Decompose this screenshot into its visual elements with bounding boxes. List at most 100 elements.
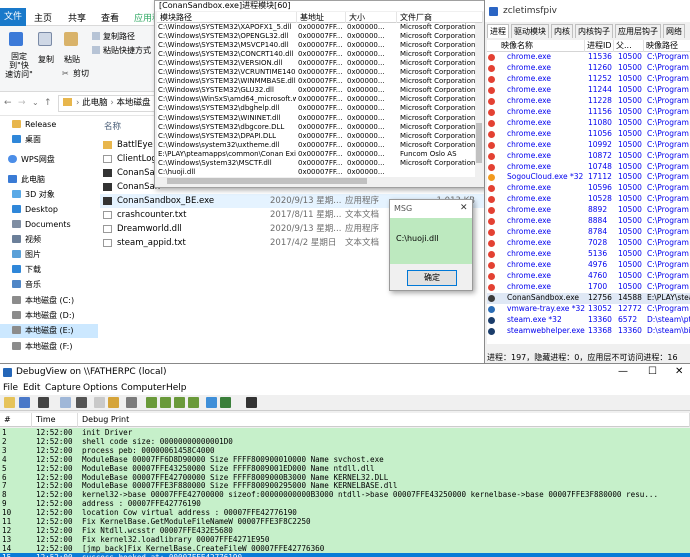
column-header-image-name[interactable]: 映像名称 [487, 40, 585, 52]
tab-kernel-hooks[interactable]: 内核钩子 [575, 24, 613, 38]
process-row[interactable]: chrome.exe 11244 10500 C:\Program File [487, 85, 690, 96]
pass-through-icon[interactable] [174, 397, 185, 408]
process-row[interactable]: chrome.exe 11080 10500 C:\Program File [487, 118, 690, 129]
column-header-vendor[interactable]: 文件厂商 [397, 12, 483, 23]
menu-options[interactable]: Options [83, 382, 118, 394]
menu-file[interactable]: File [3, 382, 18, 394]
tab-network[interactable]: 网络 [663, 24, 685, 38]
tab-file[interactable]: 文件 [0, 8, 26, 26]
close-icon[interactable]: ✕ [460, 203, 468, 213]
process-row[interactable]: chrome.exe 5136 10500 C:\Program File [487, 249, 690, 260]
maximize-icon[interactable]: ☐ [648, 366, 657, 377]
cut-button[interactable]: ✂ 剪切 [62, 68, 89, 79]
nav-item-3d-objects[interactable]: 3D 对象 [0, 188, 98, 202]
nav-item-desktop-cn[interactable]: 桌面 [0, 133, 98, 147]
tab-share[interactable]: 共享 [68, 11, 86, 24]
column-header-parent-pid[interactable]: 父... [614, 40, 644, 52]
column-header-size[interactable]: 大小 [346, 12, 397, 23]
process-row[interactable]: chrome.exe 7028 10500 C:\Program File [487, 238, 690, 249]
nav-item-desktop[interactable]: Desktop [0, 203, 98, 217]
paste-shortcut-button[interactable]: 粘贴快捷方式 [92, 45, 151, 56]
autoscroll-icon[interactable] [76, 397, 87, 408]
process-row[interactable]: SogouCloud.exe *32 17112 10500 C:\Program F… [487, 172, 690, 183]
nav-item-downloads[interactable]: 下载 [0, 263, 98, 277]
find-icon[interactable] [60, 397, 71, 408]
process-row[interactable]: chrome.exe 11156 10500 C:\Program File [487, 107, 690, 118]
menu-help[interactable]: Help [166, 382, 187, 394]
open-icon[interactable] [4, 397, 15, 408]
column-header-base-address[interactable]: 基地址 [297, 12, 346, 23]
process-row[interactable]: chrome.exe 11536 10500 C:\Program File [487, 52, 690, 63]
tab-kernel[interactable]: 内核 [551, 24, 573, 38]
capture-kernel-icon[interactable] [160, 397, 171, 408]
process-row[interactable]: chrome.exe 10528 10500 C:\Program File [487, 194, 690, 205]
column-header-module-path[interactable]: 模块路径 [157, 12, 297, 23]
process-row[interactable]: vmware-tray.exe *32 13052 12772 C:\Program … [487, 304, 690, 315]
menu-edit[interactable]: Edit [23, 382, 40, 394]
module-row[interactable]: C:\Windows\SYSTEM32\dbghelp.dll 0x00007FF… [157, 104, 475, 114]
process-row[interactable]: chrome.exe 10872 10500 C:\Program File [487, 151, 690, 162]
history-icon[interactable] [220, 397, 231, 408]
column-header-image-path[interactable]: 映像路径 [644, 40, 690, 52]
binoculars-icon[interactable] [246, 397, 257, 408]
process-row[interactable]: chrome.exe 11056 10500 C:\Program File [487, 129, 690, 140]
nav-item-videos[interactable]: 视频 [0, 233, 98, 247]
horizontal-scrollbar[interactable] [157, 177, 475, 185]
process-row[interactable]: chrome.exe 10992 10500 C:\Program File [487, 140, 690, 151]
ok-button[interactable]: 确定 [407, 270, 457, 286]
pin-quick-access-button[interactable]: 固定到"快 速访问" [4, 30, 33, 80]
column-header-index[interactable]: # [0, 413, 32, 427]
capture-icon[interactable] [38, 397, 49, 408]
process-row[interactable]: chrome.exe 4976 10500 C:\Program File [487, 260, 690, 271]
process-row[interactable]: chrome.exe 11228 10500 C:\Program File [487, 96, 690, 107]
column-header-pid[interactable]: 进程ID [585, 40, 614, 52]
highlight-icon[interactable] [206, 397, 217, 408]
filter-icon[interactable] [108, 397, 119, 408]
nav-item-release[interactable]: Release [0, 118, 98, 132]
clock-icon[interactable] [126, 397, 137, 408]
process-row[interactable]: chrome.exe 1700 10500 C:\Program File [487, 282, 690, 293]
process-row[interactable]: chrome.exe 11260 10500 C:\Program File [487, 63, 690, 74]
nav-item-music[interactable]: 音乐 [0, 278, 98, 292]
process-row[interactable]: chrome.exe 10596 10500 C:\Program File [487, 183, 690, 194]
nav-item-drive-c[interactable]: 本地磁盘 (C:) [0, 294, 98, 308]
scrollbar-thumb[interactable] [167, 178, 367, 184]
tab-home[interactable]: 主页 [34, 11, 52, 24]
breadcrumb-item-local-disk[interactable]: 本地磁盘 [116, 98, 150, 108]
tab-driver-modules[interactable]: 驱动模块 [511, 24, 549, 38]
nav-item-pictures[interactable]: 图片 [0, 248, 98, 262]
process-row[interactable]: chrome.exe 8884 10500 C:\Program File [487, 216, 690, 227]
module-row[interactable]: C:\huoji.dll 0x00007FF... 0x00000... [157, 168, 475, 178]
minimize-icon[interactable]: — [618, 366, 628, 377]
capture-win32-icon[interactable] [146, 397, 157, 408]
module-row[interactable]: C:\Windows\SYSTEM32\VERSION.dll 0x00007FF… [157, 59, 475, 69]
process-row[interactable]: steam.exe *32 13360 6572 D:\steam\pteam [487, 315, 690, 326]
clear-icon[interactable] [94, 397, 105, 408]
process-row[interactable]: chrome.exe 11252 10500 C:\Program File [487, 74, 690, 85]
capture-global-icon[interactable] [188, 397, 199, 408]
nav-item-drive-f[interactable]: 本地磁盘 (F:) [0, 340, 98, 354]
chevron-down-icon[interactable]: ⌄ [32, 98, 39, 107]
process-row[interactable]: chrome.exe 8892 10500 C:\Program File [487, 205, 690, 216]
paste-button[interactable]: 粘贴 [62, 30, 82, 70]
nav-item-wps-cloud[interactable]: WPS网盘 [0, 153, 98, 167]
process-row[interactable]: ConanSandbox.exe 12756 14588 E:\PLAY\steam [487, 292, 690, 304]
module-row[interactable]: E:\PLAY\pteamapps\common\Conan Exiles...… [157, 150, 475, 160]
column-header-time[interactable]: Time [32, 413, 78, 427]
process-row[interactable]: chrome.exe 10748 10500 C:\Program File [487, 162, 690, 173]
up-arrow-icon[interactable]: ↑ [44, 98, 52, 108]
save-icon[interactable] [19, 397, 30, 408]
column-header-debug-print[interactable]: Debug Print [78, 413, 690, 427]
vertical-scrollbar[interactable] [475, 23, 483, 177]
nav-item-drive-e[interactable]: 本地磁盘 (E:) [0, 324, 98, 338]
nav-item-this-pc[interactable]: 此电脑 [0, 173, 98, 187]
tab-view[interactable]: 查看 [101, 11, 119, 24]
tab-app-hooks[interactable]: 应用层钩子 [615, 24, 661, 38]
menu-capture[interactable]: Capture [45, 382, 81, 394]
back-arrow-icon[interactable]: ← [4, 98, 12, 108]
menu-computer[interactable]: Computer [121, 382, 166, 394]
process-row[interactable]: chrome.exe 4760 10500 C:\Program File [487, 271, 690, 282]
close-icon[interactable]: ✕ [675, 366, 683, 377]
tab-processes[interactable]: 进程 [487, 24, 509, 38]
column-header-name[interactable]: 名称 [104, 120, 121, 132]
